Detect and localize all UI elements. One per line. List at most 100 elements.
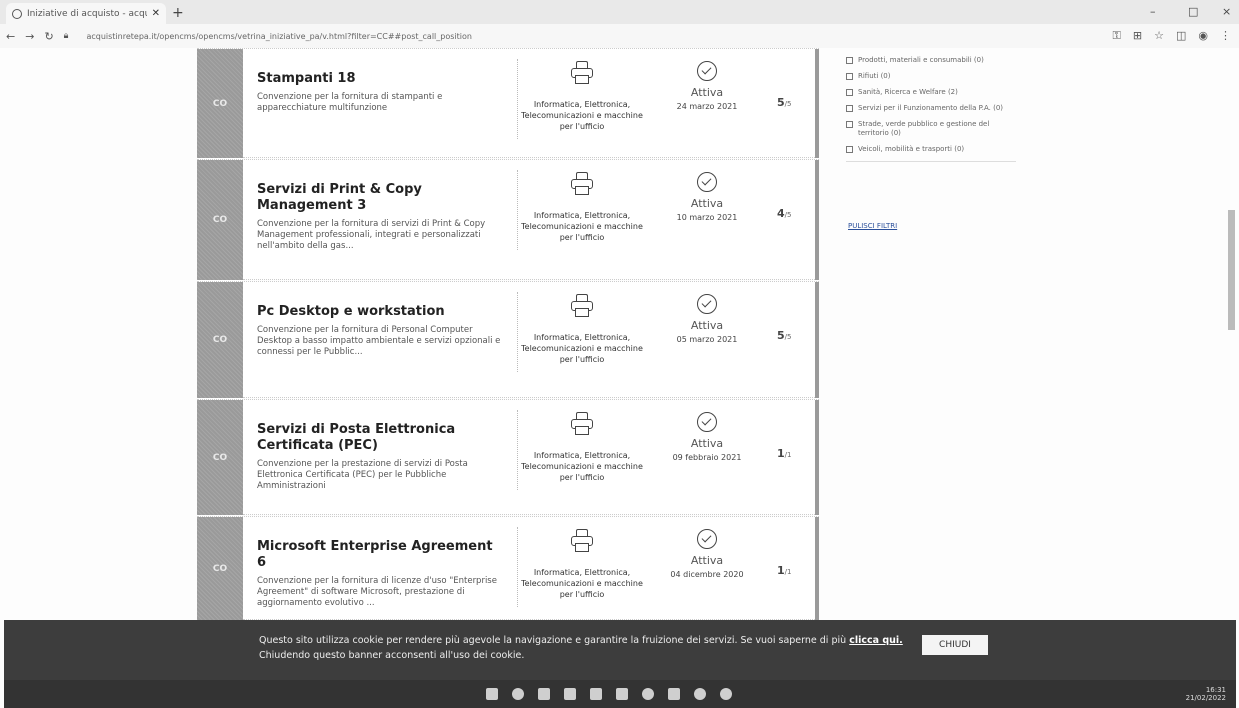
os-taskbar: 16:31 21/02/2022 bbox=[4, 680, 1236, 708]
status-label: Attiva bbox=[690, 319, 724, 332]
initiative-card[interactable]: CO Servizi di Posta Elettronica Certific… bbox=[197, 399, 819, 515]
check-circle-icon bbox=[697, 294, 717, 314]
url-text[interactable]: acquistinretepa.it/opencms/opencms/vetri… bbox=[86, 32, 472, 41]
status-date: 10 marzo 2021 bbox=[676, 213, 738, 222]
card-title[interactable]: Servizi di Posta Elettronica Certificata… bbox=[257, 422, 502, 454]
card-description: Convenzione per la fornitura di servizi … bbox=[257, 219, 486, 251]
filters-divider bbox=[846, 161, 1016, 162]
card-title[interactable]: Stampanti 18 bbox=[257, 71, 502, 87]
filter-label: Rifiuti (0) bbox=[858, 72, 891, 80]
extensions-icon[interactable]: ◫ bbox=[1176, 29, 1186, 43]
store-icon[interactable] bbox=[668, 688, 680, 700]
card-title[interactable]: Servizi di Print & Copy Management 3 bbox=[257, 182, 502, 214]
star-icon[interactable]: ☆ bbox=[1154, 29, 1164, 43]
browser-tab[interactable]: Iniziative di acquisto - acquisti... ✕ bbox=[6, 3, 166, 24]
rating-value: 1 bbox=[777, 564, 785, 577]
filter-option[interactable]: Sanità, Ricerca e Welfare (2) bbox=[846, 88, 1016, 97]
card-type-badge: CO bbox=[197, 400, 243, 515]
cookie-text-line1: Questo sito utilizza cookie per rendere … bbox=[259, 635, 847, 646]
filter-label: Strade, verde pubblico e gestione del te… bbox=[858, 120, 990, 137]
filter-option[interactable]: Servizi per il Funzionamento della P.A. … bbox=[846, 104, 1016, 113]
tab-close-icon[interactable]: ✕ bbox=[152, 8, 160, 19]
card-title[interactable]: Pc Desktop e workstation bbox=[257, 304, 502, 320]
maximize-button[interactable]: □ bbox=[1188, 5, 1198, 18]
filter-label: Sanità, Ricerca e Welfare (2) bbox=[858, 88, 958, 96]
card-description: Convenzione per la fornitura di stampant… bbox=[257, 92, 443, 113]
card-category: Informatica, Elettronica, Telecomunicazi… bbox=[517, 172, 647, 243]
card-category: Informatica, Elettronica, Telecomunicazi… bbox=[517, 294, 647, 365]
card-status: Attiva 10 marzo 2021 bbox=[667, 172, 747, 222]
filter-option[interactable]: Veicoli, mobilità e trasporti (0) bbox=[846, 145, 1016, 154]
forward-icon[interactable]: → bbox=[25, 30, 34, 43]
minimize-button[interactable]: – bbox=[1150, 5, 1156, 18]
new-tab-button[interactable]: + bbox=[172, 5, 184, 21]
card-category: Informatica, Elettronica, Telecomunicazi… bbox=[517, 529, 647, 600]
card-status: Attiva 05 marzo 2021 bbox=[667, 294, 747, 344]
card-bottom-border bbox=[243, 397, 815, 398]
rating-denominator: /5 bbox=[784, 100, 792, 108]
initiative-card[interactable]: CO Stampanti 18 Convenzione per la forni… bbox=[197, 48, 819, 158]
card-status: Attiva 04 dicembre 2020 bbox=[667, 529, 747, 579]
category-text: Informatica, Elettronica, Telecomunicazi… bbox=[521, 451, 643, 482]
system-clock[interactable]: 16:31 21/02/2022 bbox=[1186, 686, 1226, 702]
chat-icon[interactable] bbox=[590, 688, 602, 700]
checkbox[interactable] bbox=[846, 57, 853, 64]
category-text: Informatica, Elettronica, Telecomunicazi… bbox=[521, 100, 643, 131]
initiative-card[interactable]: CO Pc Desktop e workstation Convenzione … bbox=[197, 281, 819, 398]
card-category: Informatica, Elettronica, Telecomunicazi… bbox=[517, 412, 647, 483]
search-icon[interactable] bbox=[512, 688, 524, 700]
scrollbar-thumb[interactable] bbox=[1228, 210, 1235, 330]
status-label: Attiva bbox=[690, 86, 724, 99]
card-type-badge: CO bbox=[197, 49, 243, 158]
edge-icon[interactable] bbox=[642, 688, 654, 700]
card-right-bar bbox=[815, 282, 819, 398]
category-text: Informatica, Elettronica, Telecomunicazi… bbox=[521, 333, 643, 364]
card-badge-text: CO bbox=[212, 98, 228, 109]
close-window-button[interactable]: × bbox=[1222, 5, 1231, 18]
printer-icon bbox=[571, 172, 593, 196]
check-circle-icon bbox=[697, 61, 717, 81]
widgets-icon[interactable] bbox=[564, 688, 576, 700]
initiative-card[interactable]: CO Servizi di Print & Copy Management 3 … bbox=[197, 159, 819, 280]
initiative-card[interactable]: CO Microsoft Enterprise Agreement 6 Conv… bbox=[197, 516, 819, 620]
category-text: Informatica, Elettronica, Telecomunicazi… bbox=[521, 211, 643, 242]
status-label: Attiva bbox=[690, 197, 724, 210]
card-rating: 5/5 bbox=[777, 96, 791, 109]
card-bottom-border bbox=[243, 514, 815, 515]
clear-filters-link[interactable]: PULISCI FILTRI bbox=[848, 222, 897, 230]
card-rating: 5/5 bbox=[777, 329, 791, 342]
check-circle-icon bbox=[697, 172, 717, 192]
cookie-more-link[interactable]: clicca qui. bbox=[849, 635, 903, 646]
checkbox[interactable] bbox=[846, 89, 853, 96]
profile-icon[interactable]: ◉ bbox=[1198, 29, 1208, 43]
cookie-close-button[interactable]: CHIUDI bbox=[922, 635, 988, 655]
card-badge-text: CO bbox=[212, 452, 228, 463]
checkbox[interactable] bbox=[846, 121, 853, 128]
card-type-badge: CO bbox=[197, 517, 243, 620]
checkbox[interactable] bbox=[846, 146, 853, 153]
card-main: Servizi di Posta Elettronica Certificata… bbox=[257, 422, 502, 492]
chrome-icon[interactable] bbox=[694, 688, 706, 700]
menu-icon[interactable]: ⋮ bbox=[1220, 29, 1231, 43]
key-icon[interactable]: ⚿ bbox=[1113, 29, 1121, 43]
filter-option[interactable]: Prodotti, materiali e consumabili (0) bbox=[846, 56, 1016, 65]
card-main: Microsoft Enterprise Agreement 6 Convenz… bbox=[257, 539, 502, 609]
back-icon[interactable]: ← bbox=[6, 30, 15, 43]
windows-start-icon[interactable] bbox=[486, 688, 498, 700]
rating-value: 1 bbox=[777, 447, 785, 460]
task-view-icon[interactable] bbox=[538, 688, 550, 700]
rating-value: 5 bbox=[777, 329, 785, 342]
card-badge-text: CO bbox=[212, 335, 228, 345]
translate-icon[interactable]: ⊞ bbox=[1133, 29, 1142, 43]
card-title[interactable]: Microsoft Enterprise Agreement 6 bbox=[257, 539, 502, 571]
reload-icon[interactable]: ↻ bbox=[44, 30, 53, 43]
app-icon[interactable] bbox=[720, 688, 732, 700]
category-text: Informatica, Elettronica, Telecomunicazi… bbox=[521, 568, 643, 599]
filter-option[interactable]: Strade, verde pubblico e gestione del te… bbox=[846, 120, 1016, 138]
card-right-bar bbox=[815, 160, 819, 280]
printer-icon bbox=[571, 412, 593, 436]
checkbox[interactable] bbox=[846, 105, 853, 112]
filter-option[interactable]: Rifiuti (0) bbox=[846, 72, 1016, 81]
file-explorer-icon[interactable] bbox=[616, 688, 628, 700]
checkbox[interactable] bbox=[846, 73, 853, 80]
